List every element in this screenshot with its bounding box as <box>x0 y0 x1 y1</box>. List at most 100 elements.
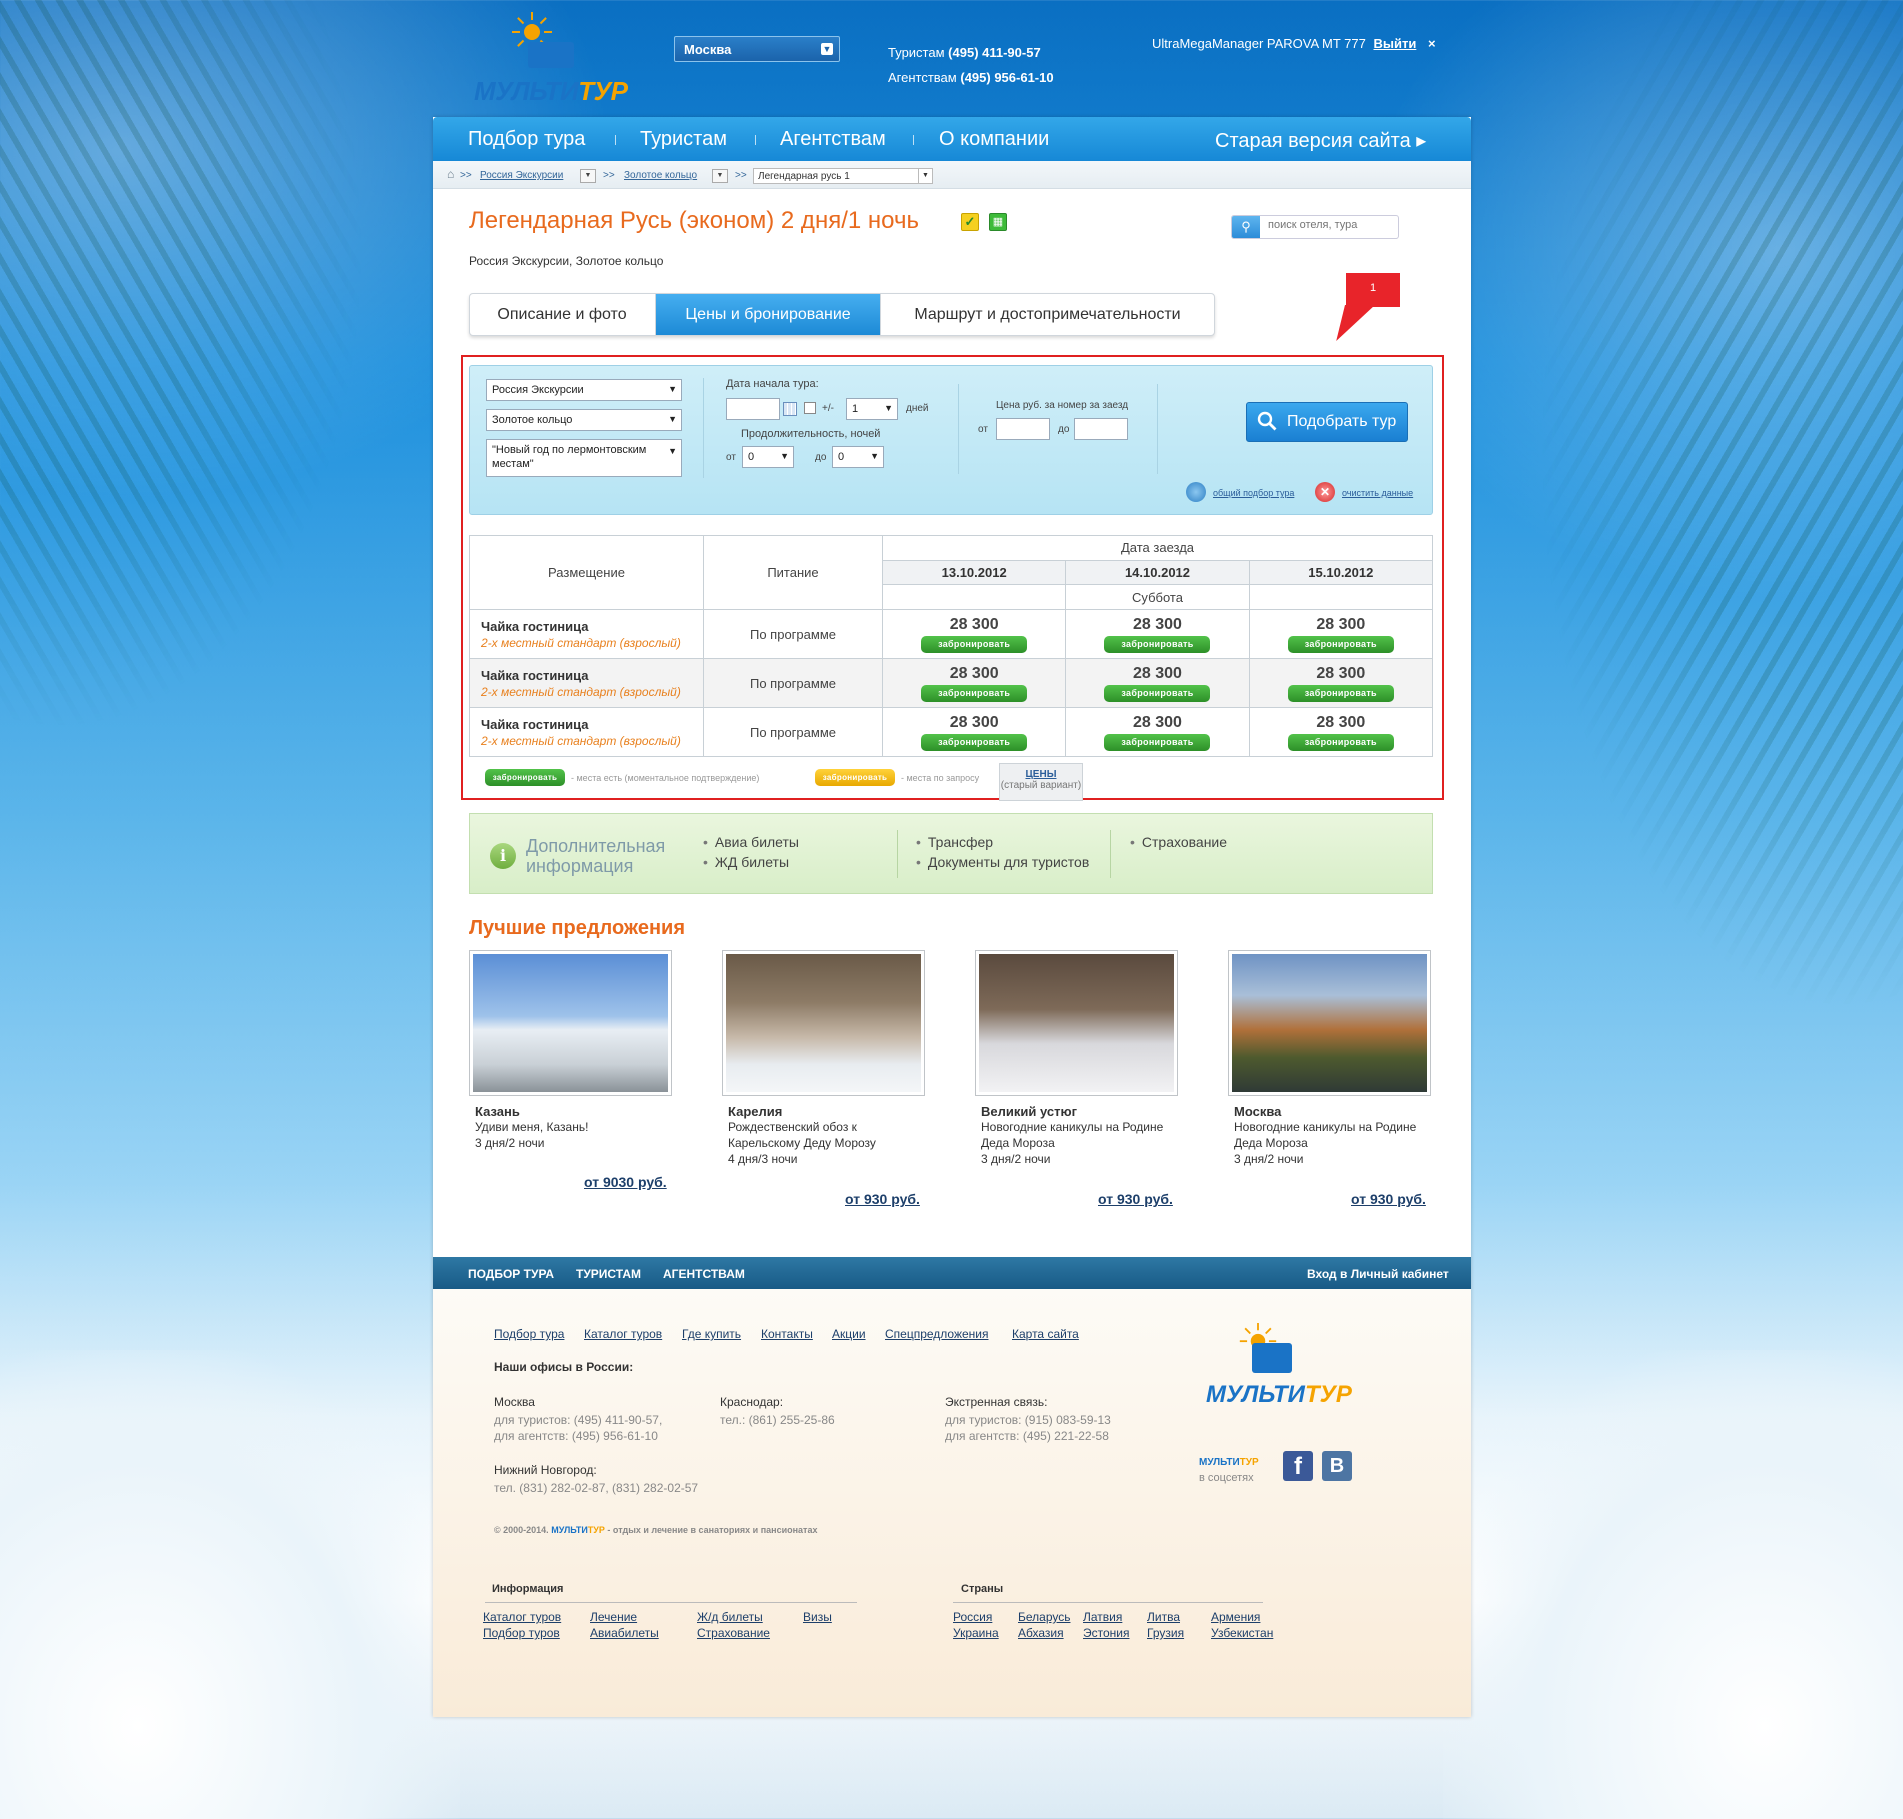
country-link[interactable]: Абхазия <box>1018 1626 1064 1640</box>
agents-phone: (495) 956-61-10 <box>960 70 1054 85</box>
offer-price[interactable]: от 930 руб. <box>1351 1191 1426 1207</box>
nav-item-tourists[interactable]: Туристам <box>640 128 727 151</box>
book-button[interactable]: забронировать <box>1287 733 1394 751</box>
country-link[interactable]: Эстония <box>1083 1626 1130 1640</box>
city-select[interactable]: Москва ▼ <box>674 36 840 62</box>
region-select[interactable]: Золотое кольцо ▼ <box>486 409 682 431</box>
globe-icon[interactable] <box>1186 482 1206 502</box>
info-link[interactable]: Подбор туров <box>483 1626 560 1640</box>
offer-card[interactable]: Казань Удиви меня, Казань! 3 дня/2 ночи <box>469 950 672 1151</box>
offer-price[interactable]: от 930 руб. <box>1098 1191 1173 1207</box>
calendar-icon[interactable] <box>783 402 797 416</box>
footer-link[interactable]: Спецпредложения <box>885 1327 989 1341</box>
chevron-down-icon[interactable]: ▼ <box>712 169 728 183</box>
offer-price[interactable]: от 930 руб. <box>845 1191 920 1207</box>
offer-image[interactable] <box>1228 950 1431 1096</box>
footer-nav-tour-search[interactable]: ПОДБОР ТУРА <box>468 1267 554 1281</box>
info-link[interactable]: Визы <box>803 1610 832 1624</box>
chevron-down-icon[interactable]: ▼ <box>580 169 596 183</box>
footer-link[interactable]: Карта сайта <box>1012 1327 1079 1341</box>
country-link[interactable]: Беларусь <box>1018 1610 1070 1624</box>
info-link[interactable]: Каталог туров <box>483 1610 561 1624</box>
weekday-cell <box>1248 584 1434 610</box>
room-type: 2-х местный стандарт (взрослый) <box>481 635 681 650</box>
tab-description[interactable]: Описание и фото <box>470 294 654 335</box>
checkmark-icon[interactable]: ✓ <box>961 213 979 231</box>
footer-logo[interactable]: МУЛЬТИТУР <box>1202 1323 1352 1413</box>
nights-from-select[interactable]: 0 ▼ <box>742 446 794 468</box>
breadcrumb-tour-select[interactable]: Легендарная русь 1 ▼ <box>753 168 933 184</box>
footer-link[interactable]: Подбор тура <box>494 1327 564 1341</box>
offer-image[interactable] <box>975 950 1178 1096</box>
country-link[interactable]: Украина <box>953 1626 999 1640</box>
nav-item-tour-search[interactable]: Подбор тура <box>468 128 585 151</box>
country-link[interactable]: Литва <box>1147 1610 1180 1624</box>
extra-link-avia[interactable]: Авиа билеты <box>703 832 799 852</box>
extra-link-insurance[interactable]: Страхование <box>1130 832 1227 852</box>
footer-link[interactable]: Акции <box>832 1327 866 1341</box>
book-button[interactable]: забронировать <box>921 635 1028 653</box>
facebook-icon[interactable]: f <box>1283 1451 1313 1481</box>
breadcrumb-item-golden-ring[interactable]: Золотое кольцо <box>624 170 697 181</box>
vkontakte-icon[interactable]: B <box>1322 1451 1352 1481</box>
home-icon[interactable]: ⌂ <box>447 167 454 181</box>
personal-cabinet-link[interactable]: Вход в Личный кабинет <box>1307 1267 1449 1281</box>
offer-image[interactable] <box>469 950 672 1096</box>
tab-route[interactable]: Маршрут и достопримечательности <box>881 294 1214 335</box>
offer-desc: Деда Мороза <box>981 1136 1055 1150</box>
offer-card[interactable]: Карелия Рождественский обоз к Карельском… <box>722 950 925 1167</box>
calendar-icon[interactable]: ▦ <box>989 213 1007 231</box>
tab-prices[interactable]: Цены и бронирование <box>655 294 881 335</box>
nights-to-select[interactable]: 0 ▼ <box>832 446 884 468</box>
book-button[interactable]: забронировать <box>921 684 1028 702</box>
search-icon[interactable]: ⚲ <box>1232 216 1260 238</box>
footer-link[interactable]: Контакты <box>761 1327 813 1341</box>
info-link[interactable]: Страхование <box>697 1626 770 1640</box>
country-link[interactable]: Россия <box>953 1610 992 1624</box>
info-link[interactable]: Лечение <box>590 1610 637 1624</box>
book-button[interactable]: забронировать <box>1104 635 1211 653</box>
days-select[interactable]: 1 ▼ <box>846 398 898 420</box>
date-flex-checkbox[interactable] <box>804 402 816 414</box>
nav-item-agencies[interactable]: Агентствам <box>780 128 886 151</box>
date-input[interactable] <box>726 398 780 420</box>
offer-card[interactable]: Великий устюг Новогодние каникулы на Род… <box>975 950 1178 1167</box>
country-link[interactable]: Грузия <box>1147 1626 1184 1640</box>
book-button[interactable]: забронировать <box>1287 635 1394 653</box>
footer-nav-tourists[interactable]: ТУРИСТАМ <box>576 1267 641 1281</box>
old-site-link[interactable]: Старая версия сайта ▸ <box>1215 128 1426 153</box>
clear-data-link[interactable]: очистить данные <box>1342 488 1413 498</box>
site-logo[interactable]: МУЛЬТИТУР <box>474 8 628 106</box>
nav-item-about[interactable]: О компании <box>939 128 1049 151</box>
search-input[interactable] <box>1268 219 1393 231</box>
country-select[interactable]: Россия Экскурсии ▼ <box>486 379 682 401</box>
logout-link[interactable]: Выйти <box>1374 36 1417 51</box>
footer-link[interactable]: Где купить <box>682 1327 741 1341</box>
footer-link[interactable]: Каталог туров <box>584 1327 662 1341</box>
old-prices-link[interactable]: ЦЕНЫ (старый вариант) <box>999 763 1083 801</box>
extra-link-rail[interactable]: ЖД билеты <box>703 852 799 872</box>
book-button[interactable]: забронировать <box>1104 684 1211 702</box>
extra-link-transfer[interactable]: Трансфер <box>916 832 1089 852</box>
clear-icon[interactable]: ✕ <box>1315 482 1335 502</box>
tour-select[interactable]: "Новый год по лермонтовским местам" ▼ <box>486 439 682 477</box>
find-tour-button[interactable]: Подобрать тур <box>1246 402 1408 442</box>
offer-card[interactable]: Москва Новогодние каникулы на Родине Дед… <box>1228 950 1431 1167</box>
info-link[interactable]: Ж/д билеты <box>697 1610 763 1624</box>
book-button[interactable]: забронировать <box>1104 733 1211 751</box>
book-button[interactable]: забронировать <box>1287 684 1394 702</box>
price-to-input[interactable] <box>1074 418 1128 440</box>
breadcrumb-item-russia[interactable]: Россия Экскурсии <box>480 170 563 181</box>
country-link[interactable]: Узбекистан <box>1211 1626 1273 1640</box>
info-link[interactable]: Авиабилеты <box>590 1626 659 1640</box>
country-link[interactable]: Латвия <box>1083 1610 1122 1624</box>
general-search-link[interactable]: общий подбор тура <box>1213 488 1294 498</box>
offer-image[interactable] <box>722 950 925 1096</box>
country-link[interactable]: Армения <box>1211 1610 1260 1624</box>
close-icon[interactable]: × <box>1428 36 1436 51</box>
footer-nav-agencies[interactable]: АГЕНТСТВАМ <box>663 1267 745 1281</box>
offer-price[interactable]: от 9030 руб. <box>584 1174 667 1190</box>
book-button[interactable]: забронировать <box>921 733 1028 751</box>
price-from-input[interactable] <box>996 418 1050 440</box>
extra-link-documents[interactable]: Документы для туристов <box>916 852 1089 872</box>
